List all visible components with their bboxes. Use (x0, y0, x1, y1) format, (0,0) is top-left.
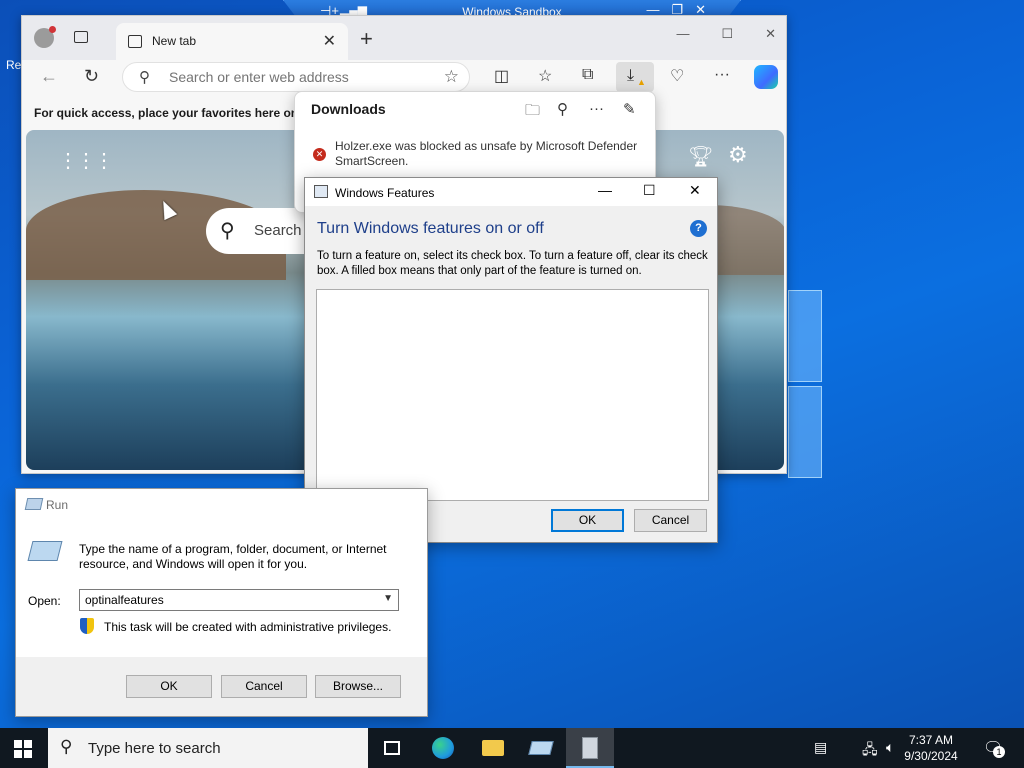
network-icon[interactable]: 🖧︎ (862, 739, 878, 763)
browser-maximize-icon[interactable]: ☐ (721, 26, 733, 42)
folder-icon (482, 740, 504, 756)
run-cancel-button[interactable]: Cancel (221, 675, 307, 698)
close-icon[interactable]: ✕ (689, 182, 701, 199)
notification-center-icon[interactable]: 🗨︎1 (983, 738, 1005, 758)
run-icon (24, 498, 44, 510)
tab-new-tab[interactable]: New tab ✕ (116, 23, 348, 60)
taskbar-edge[interactable] (418, 728, 466, 768)
search-icon: ⚲ (220, 220, 235, 242)
features-description: To turn a feature on, select its check b… (317, 250, 708, 277)
news-icon[interactable]: ▤ (814, 739, 827, 756)
ok-button[interactable]: OK (551, 509, 624, 532)
taskbar-search-box[interactable]: ⚲ Type here to search (48, 728, 368, 768)
error-icon: ✕ (313, 148, 326, 161)
search-icon: ⚲ (60, 737, 73, 756)
address-bar[interactable]: ⚲ ☆ (122, 62, 470, 92)
blocked-download-message[interactable]: Holzer.exe was blocked as unsafe by Micr… (335, 139, 645, 169)
pin-icon[interactable]: ✎ (623, 100, 636, 118)
apps-grid-icon[interactable]: ⋮⋮⋮ (58, 148, 114, 173)
minimize-icon[interactable]: — (598, 182, 612, 198)
favorites-icon[interactable]: ☆ (538, 66, 552, 86)
new-tab-icon[interactable]: + (360, 26, 373, 52)
ntp-search-label: Search (254, 222, 302, 239)
dialog-title-bar[interactable]: Windows Features — ☐ ✕ (305, 178, 717, 206)
settings-gear-icon[interactable]: ⚙ (728, 142, 748, 168)
run-body: Type the name of a program, folder, docu… (16, 519, 427, 657)
tab-strip: New tab ✕ + — ☐ ✕ (22, 16, 786, 60)
browser-close-icon[interactable]: ✕ (765, 26, 776, 42)
edge-icon (432, 737, 454, 759)
tab-favicon-icon (128, 35, 142, 48)
taskbar-search-placeholder: Type here to search (88, 740, 221, 757)
more-options-icon[interactable]: ··· (714, 66, 730, 84)
desktop-icon-label[interactable]: Re (6, 58, 21, 72)
download-icon: ⤓ (627, 67, 635, 84)
taskbar-run[interactable] (516, 728, 564, 768)
admin-privileges-note: This task will be created with administr… (104, 620, 392, 634)
favorite-star-icon[interactable]: ☆ (444, 67, 459, 87)
profile-alert-dot (49, 26, 56, 33)
browse-button[interactable]: Browse... (315, 675, 401, 698)
features-heading: Turn Windows features on or off (317, 220, 544, 237)
copilot-icon[interactable] (754, 65, 778, 89)
cancel-button[interactable]: Cancel (634, 509, 707, 532)
address-input[interactable] (169, 69, 429, 85)
run-program-icon (27, 541, 63, 561)
downloads-button[interactable]: ⤓ ▲ (616, 62, 654, 92)
chevron-down-icon[interactable]: ▼ (383, 593, 393, 604)
taskbar-file-explorer[interactable] (468, 728, 516, 768)
uac-shield-icon (80, 618, 94, 634)
warning-icon: ▲ (637, 77, 646, 87)
favorites-hint: For quick access, place your favorites h… (34, 106, 320, 120)
help-icon[interactable]: ? (690, 220, 707, 237)
rewards-trophy-icon[interactable]: 🏆︎ (688, 144, 713, 169)
clock[interactable]: 7:37 AM 9/30/2024 (900, 732, 962, 764)
run-dialog: Run Type the name of a program, folder, … (15, 488, 428, 717)
tab-label: New tab (152, 34, 197, 48)
search-downloads-icon[interactable]: ⚲ (557, 100, 568, 118)
dialog-title: Windows Features (335, 186, 435, 200)
profile-avatar[interactable] (34, 26, 56, 48)
collections-icon[interactable]: ⧉ (582, 66, 593, 84)
tab-close-icon[interactable]: ✕ (323, 31, 336, 51)
browser-minimize-icon[interactable]: — (676, 26, 689, 42)
more-options-icon[interactable]: ··· (589, 100, 604, 117)
open-label: Open: (28, 594, 61, 608)
clock-time: 7:37 AM (908, 733, 954, 747)
run-title: Run (46, 498, 69, 512)
open-combobox[interactable]: ▼ (79, 589, 399, 611)
taskbar-windows-features[interactable] (566, 728, 614, 768)
run-instructions: Type the name of a program, folder, docu… (79, 542, 387, 571)
taskbar: ⚲ Type here to search ▤ 🖧︎ 🔈︎ 7:37 AM 9/… (0, 728, 1024, 768)
split-screen-icon[interactable]: ◫ (494, 66, 509, 86)
tab-actions-icon[interactable] (74, 31, 88, 43)
start-button[interactable] (14, 740, 32, 758)
maximize-icon[interactable]: ☐ (643, 182, 656, 199)
run-title-bar[interactable]: Run (16, 489, 427, 519)
browser-essentials-icon[interactable]: ♡ (670, 66, 684, 86)
windows-features-icon (314, 185, 328, 198)
search-icon: ⚲ (139, 69, 150, 86)
run-ok-button[interactable]: OK (126, 675, 212, 698)
volume-icon[interactable]: 🔈︎ (886, 739, 894, 756)
task-view-icon (384, 741, 400, 755)
downloads-title: Downloads (311, 101, 386, 117)
refresh-icon[interactable]: ↻ (84, 66, 99, 87)
open-input[interactable] (85, 593, 375, 607)
windows-features-icon (582, 737, 598, 759)
clock-date: 9/30/2024 (904, 749, 958, 763)
task-view-button[interactable] (368, 728, 416, 768)
open-folder-icon[interactable]: 🗀︎ (525, 100, 540, 125)
features-tree-list[interactable] (316, 289, 709, 501)
back-icon[interactable]: ← (40, 66, 58, 87)
notification-count: 1 (993, 746, 1005, 758)
run-icon (528, 741, 554, 755)
